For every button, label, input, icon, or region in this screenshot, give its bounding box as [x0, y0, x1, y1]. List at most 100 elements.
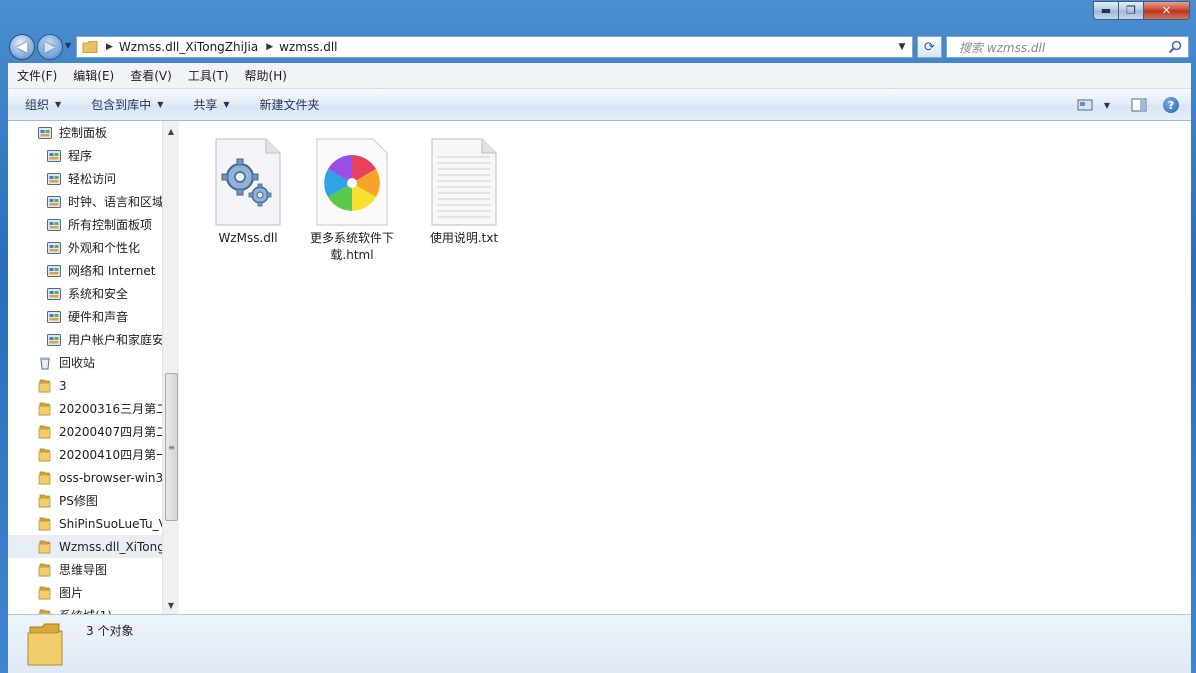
user-accounts-icon — [46, 332, 62, 348]
hardware-sound-icon — [46, 309, 62, 325]
search-icon[interactable] — [1168, 40, 1182, 54]
chevron-down-icon: ▼ — [223, 100, 230, 109]
nav-item[interactable]: 时钟、语言和区域 — [8, 190, 162, 213]
ease-of-access-icon — [46, 171, 62, 187]
nav-item[interactable]: 所有控制面板项 — [8, 213, 162, 236]
nav-item[interactable]: 用户帐户和家庭安 — [8, 328, 162, 351]
nav-item-label: 20200407四月第二 — [59, 425, 162, 439]
folder-icon — [37, 516, 53, 532]
file-item[interactable]: WzMss.dll — [200, 131, 296, 247]
breadcrumb-separator-icon[interactable]: ▶ — [106, 42, 113, 52]
folder-icon — [37, 562, 53, 578]
nav-item-label: Wzmss.dll_XiTong — [59, 539, 162, 554]
nav-item[interactable]: 回收站 — [8, 351, 162, 374]
breadcrumb-item[interactable]: wzmss.dll — [279, 40, 337, 54]
menu-edit[interactable]: 编辑(E) — [65, 67, 122, 84]
forward-button[interactable]: ▶ — [37, 34, 63, 60]
folder-icon — [37, 493, 53, 509]
nav-item-label: 系统和安全 — [68, 287, 129, 301]
breadcrumb-separator-icon[interactable]: ▶ — [266, 42, 273, 52]
details-pane: 3 个对象 — [8, 614, 1191, 673]
address-bar[interactable]: ▶ Wzmss.dll_XiTongZhiJia ▶ wzmss.dll ▼ — [76, 36, 913, 58]
scroll-up-button[interactable]: ▲ — [163, 123, 179, 139]
refresh-icon: ⟳ — [924, 39, 935, 55]
nav-item[interactable]: 图片 — [8, 581, 162, 604]
nav-item[interactable]: 程序 — [8, 144, 162, 167]
breadcrumb-item[interactable]: Wzmss.dll_XiTongZhiJia — [119, 40, 258, 54]
menu-tools[interactable]: 工具(T) — [180, 67, 237, 84]
minimize-button[interactable]: ▬ — [1093, 1, 1119, 20]
menu-view[interactable]: 查看(V) — [122, 67, 180, 84]
nav-item-label: 所有控制面板项 — [68, 218, 153, 232]
view-dropdown-button[interactable]: ▼ — [1099, 93, 1115, 117]
nav-item[interactable]: 外观和个性化 — [8, 236, 162, 259]
share-label: 共享 — [193, 98, 218, 112]
refresh-button[interactable]: ⟳ — [917, 36, 942, 58]
command-bar: 组织 ▼ 包含到库中 ▼ 共享 ▼ 新建文件夹 ▼ ? — [8, 89, 1191, 121]
nav-item-label: 程序 — [68, 149, 93, 163]
nav-item[interactable]: 系统和安全 — [8, 282, 162, 305]
close-button[interactable]: ✕ — [1144, 1, 1190, 20]
back-button[interactable]: ◀ — [9, 34, 35, 60]
nav-item-label: 图片 — [59, 586, 84, 600]
folder-icon — [37, 424, 53, 440]
scroll-down-button[interactable]: ▼ — [163, 597, 179, 613]
scroll-thumb[interactable]: ≡ — [165, 373, 178, 521]
nav-item[interactable]: 网络和 Internet — [8, 259, 162, 282]
share-button[interactable]: 共享 ▼ — [184, 93, 238, 117]
include-in-library-button[interactable]: 包含到库中 ▼ — [82, 93, 172, 117]
file-name: 使用说明.txt — [429, 231, 499, 245]
folder-icon — [37, 470, 53, 486]
nav-item[interactable]: 轻松访问 — [8, 167, 162, 190]
nav-item[interactable]: 思维导图 — [8, 558, 162, 581]
menu-bar: 文件(F) 编辑(E) 查看(V) 工具(T) 帮助(H) — [8, 63, 1191, 89]
folder-icon — [37, 378, 53, 394]
search-input[interactable]: 搜索 wzmss.dll — [946, 36, 1189, 58]
nav-item[interactable]: PS修图 — [8, 489, 162, 512]
menu-help[interactable]: 帮助(H) — [237, 67, 295, 84]
nav-item-label: 用户帐户和家庭安 — [68, 333, 162, 347]
new-folder-label: 新建文件夹 — [259, 98, 320, 112]
organize-label: 组织 — [25, 98, 50, 112]
help-icon: ? — [1163, 97, 1179, 113]
folder-icon — [82, 41, 98, 53]
preview-pane-button[interactable] — [1125, 93, 1153, 117]
network-icon — [46, 263, 62, 279]
nav-item[interactable]: oss-browser-win3 — [8, 466, 162, 489]
file-item[interactable]: 使用说明.txt — [416, 131, 512, 247]
control-panel-icon — [37, 125, 53, 141]
file-list: WzMss.dll 更多系统软件下载.html 使用说明.txt — [180, 121, 1191, 614]
file-item[interactable]: 更多系统软件下载.html — [304, 131, 400, 264]
help-button[interactable]: ? — [1157, 93, 1185, 117]
nav-item[interactable]: ShiPinSuoLueTu_V — [8, 512, 162, 535]
preview-pane-icon — [1131, 98, 1147, 112]
new-folder-button[interactable]: 新建文件夹 — [251, 93, 329, 117]
view-icon — [1077, 99, 1093, 111]
nav-item[interactable]: 控制面板 — [8, 121, 162, 144]
navigation-pane[interactable]: 控制面板程序轻松访问 时钟、语言和区域所有控制面板项外观和个性化 网络和 Inter… — [8, 121, 162, 614]
include-in-library-label: 包含到库中 — [91, 98, 152, 112]
maximize-button[interactable]: ❐ — [1119, 1, 1144, 20]
clock-region-icon — [46, 194, 62, 210]
file-name: 更多系统软件下载.html — [309, 231, 394, 262]
address-row: ◀ ▶ ▼ ▶ Wzmss.dll_XiTongZhiJia ▶ wzmss.d… — [0, 32, 1196, 62]
nav-item[interactable]: 20200316三月第二 — [8, 397, 162, 420]
nav-item[interactable]: Wzmss.dll_XiTong — [8, 535, 162, 558]
programs-icon — [46, 148, 62, 164]
nav-item-label: oss-browser-win3 — [59, 470, 162, 485]
nav-item[interactable]: 硬件和声音 — [8, 305, 162, 328]
nav-item[interactable]: 20200410四月第一 — [8, 443, 162, 466]
organize-button[interactable]: 组织 ▼ — [16, 93, 70, 117]
change-view-button[interactable] — [1071, 93, 1099, 117]
nav-item[interactable]: 20200407四月第二 — [8, 420, 162, 443]
folder-icon — [37, 401, 53, 417]
nav-item-label: 系统城(1) — [59, 607, 112, 614]
menu-file[interactable]: 文件(F) — [9, 67, 65, 84]
recent-pages-dropdown[interactable]: ▼ — [65, 41, 71, 50]
address-dropdown-icon[interactable]: ▼ — [894, 38, 910, 56]
nav-item[interactable]: 系统城(1) — [8, 604, 162, 614]
nav-item[interactable]: 3 — [8, 374, 162, 397]
chevron-down-icon: ▼ — [157, 100, 164, 109]
nav-scrollbar[interactable]: ▲ ≡ ▼ — [162, 121, 179, 614]
nav-item-label: 20200410四月第一 — [59, 448, 162, 462]
